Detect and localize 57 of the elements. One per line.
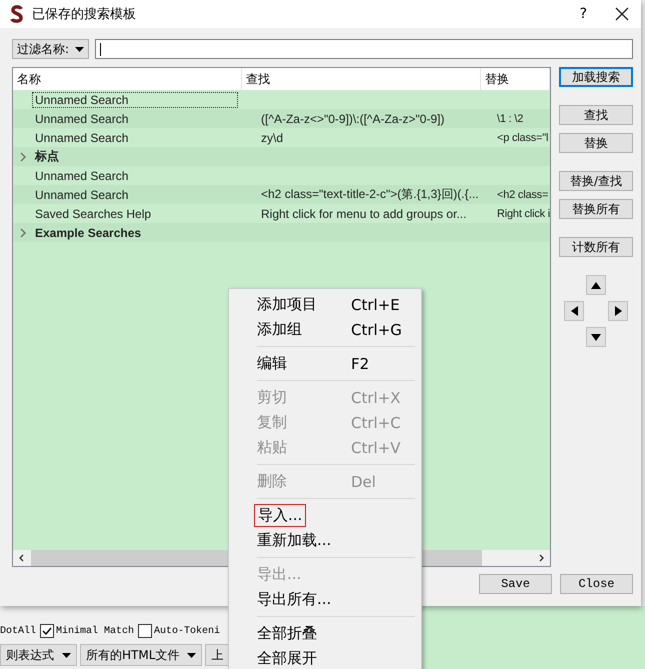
- side-button[interactable]: 替换/查找: [559, 171, 633, 191]
- side-button[interactable]: 查找: [559, 105, 633, 125]
- menu-item[interactable]: 添加项目 Ctrl+E: [229, 292, 421, 317]
- close-icon[interactable]: [615, 7, 629, 21]
- up-triangle-icon: [591, 282, 601, 288]
- checkbox[interactable]: [40, 624, 54, 638]
- window-title: 已保存的搜索模板: [32, 6, 136, 23]
- footer-button[interactable]: Save: [479, 574, 552, 594]
- table-cell: \1 : \2: [497, 112, 524, 124]
- checkbox-label: Minimal Match: [56, 626, 134, 636]
- search-name[interactable]: Unnamed Search: [33, 112, 130, 126]
- help-button[interactable]: ?: [580, 6, 587, 22]
- dropdown[interactable]: 所有的HTML文件: [80, 644, 202, 666]
- menu-item[interactable]: 添加组 Ctrl+G: [229, 317, 421, 342]
- menu-item[interactable]: 全部展开: [229, 646, 421, 669]
- search-name[interactable]: Unnamed Search: [33, 188, 130, 202]
- right-triangle-icon: [614, 306, 622, 316]
- move-up-button[interactable]: [586, 275, 606, 295]
- option-label: DotAll: [0, 626, 36, 636]
- search-name[interactable]: Unnamed Search: [33, 92, 237, 106]
- footer-button[interactable]: Close: [560, 574, 633, 594]
- dropdown[interactable]: 上: [205, 644, 228, 666]
- group-name[interactable]: 标点: [33, 148, 61, 165]
- menu-item[interactable]: 重新加载...: [229, 528, 421, 553]
- move-down-button[interactable]: [586, 327, 606, 347]
- side-button[interactable]: 替换所有: [559, 199, 633, 219]
- table-cell: Right click i: [497, 208, 550, 220]
- filter-input[interactable]: [95, 39, 633, 59]
- side-button[interactable]: 计数所有: [559, 237, 633, 257]
- down-triangle-icon: [591, 334, 601, 340]
- menu-item[interactable]: 编辑 F2: [229, 351, 421, 376]
- caret-icon: [75, 46, 84, 52]
- table-cell: zy\d: [261, 130, 284, 144]
- menu-item[interactable]: 导出所有...: [229, 587, 421, 612]
- left-triangle-icon: [570, 306, 578, 316]
- side-button[interactable]: 替换: [559, 133, 633, 153]
- menu-item[interactable]: 全部折叠: [229, 621, 421, 646]
- caret-icon: [187, 652, 196, 658]
- search-name[interactable]: Unnamed Search: [33, 130, 130, 144]
- side-button[interactable]: 加载搜索: [559, 67, 633, 87]
- filter-dropdown[interactable]: 过滤名称:: [12, 39, 90, 59]
- table-cell: <p class="l: [497, 132, 548, 144]
- move-left-button[interactable]: [564, 301, 584, 321]
- caret-icon: [62, 652, 71, 658]
- menu-item[interactable]: 导入...: [229, 503, 421, 528]
- table-cell: Right click for menu to add groups or...: [261, 206, 466, 220]
- table-cell: <h2 class="text-title-2-c">(第.{1,3}回)(.{...: [261, 186, 479, 203]
- checkbox[interactable]: [138, 624, 152, 638]
- dropdown[interactable]: 则表达式: [0, 644, 77, 666]
- checkbox-label: Auto-Tokeni: [154, 626, 220, 636]
- app-logo-icon: [10, 5, 24, 23]
- group-name[interactable]: Example Searches: [33, 226, 144, 240]
- move-right-button[interactable]: [608, 301, 628, 321]
- search-name[interactable]: Unnamed Search: [33, 168, 130, 182]
- search-name[interactable]: Saved Searches Help: [33, 206, 154, 220]
- table-cell: <h2 class=: [497, 188, 548, 200]
- table-cell: ([^A-Za-z<>"0-9])\:([^A-Za-z>"0-9]): [261, 112, 444, 126]
